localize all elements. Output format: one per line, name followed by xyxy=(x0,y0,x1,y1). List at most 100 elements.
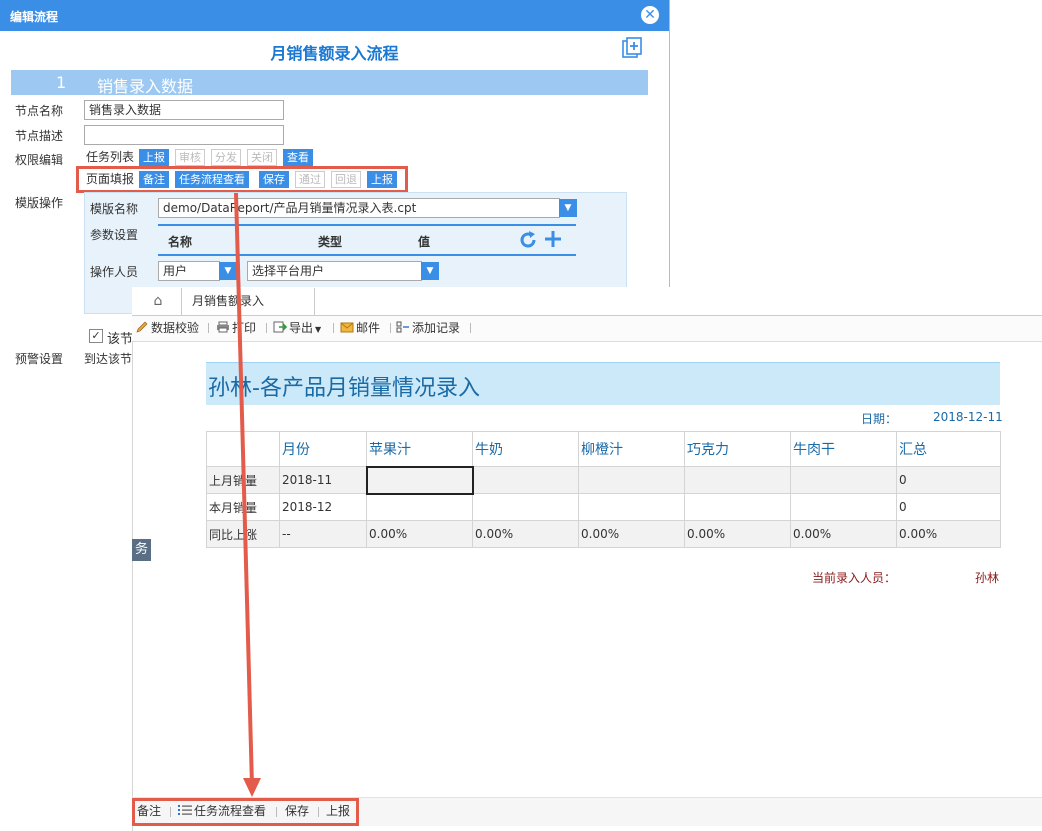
growth-cell: 0.00% xyxy=(366,520,473,548)
add-node-icon[interactable] xyxy=(622,37,642,59)
report-title: 孙林-各产品月销量情况录入 xyxy=(208,376,480,401)
input-cell[interactable] xyxy=(578,493,685,521)
node-name-label: 节点名称 xyxy=(15,104,64,118)
checkbox-label: 该节 xyxy=(107,332,134,347)
add-record-label: 添加记录 xyxy=(412,321,461,335)
template-dropdown-icon[interactable]: ▼ xyxy=(559,199,577,217)
perm-task-list-label: 任务列表 xyxy=(86,150,135,164)
export-button[interactable]: 导出 ▼ xyxy=(273,320,321,338)
param-col-name: 名称 xyxy=(168,235,193,249)
export-icon xyxy=(273,321,287,333)
month-cell: 2018-11 xyxy=(279,466,367,494)
date-value: 2018-12-11 xyxy=(933,410,1003,424)
header-cell: 牛奶 xyxy=(472,431,579,467)
input-cell[interactable] xyxy=(684,493,791,521)
current-user-value: 孙林 xyxy=(975,571,1000,585)
input-cell[interactable] xyxy=(684,466,791,494)
input-cell[interactable] xyxy=(366,493,473,521)
side-task-tag[interactable]: 务 xyxy=(132,539,151,561)
table-header-row: 月份 苹果汁 牛奶 柳橙汁 巧克力 牛肉干 汇总 xyxy=(206,431,1001,467)
header-cell: 苹果汁 xyxy=(366,431,473,467)
node-checkbox[interactable]: ✓ xyxy=(89,329,103,343)
operator-type-select[interactable]: 用户 xyxy=(158,261,220,281)
growth-cell: 0.00% xyxy=(790,520,897,548)
node-desc-input[interactable] xyxy=(84,125,284,145)
perm-review-button[interactable]: 审核 xyxy=(175,149,205,166)
mail-button[interactable]: 邮件 xyxy=(340,320,380,336)
growth-cell: 0.00% xyxy=(896,520,1001,548)
input-cell[interactable] xyxy=(790,466,897,494)
refresh-icon[interactable] xyxy=(518,230,538,250)
report-toolbar xyxy=(132,316,1042,342)
node-name-input[interactable]: 销售录入数据 xyxy=(84,100,284,120)
month-cell: 2018-12 xyxy=(279,493,367,521)
home-icon[interactable]: ⌂ xyxy=(143,289,173,313)
table-row: 同比上涨 -- 0.00% 0.00% 0.00% 0.00% 0.00% 0.… xyxy=(206,520,1001,548)
perm-report-button[interactable]: 上报 xyxy=(139,149,169,166)
operator-user-dropdown-icon[interactable]: ▼ xyxy=(421,262,439,280)
add-record-icon xyxy=(396,321,409,333)
dialog-title: 编辑流程 xyxy=(10,10,59,24)
header-cell: 汇总 xyxy=(896,431,1001,467)
printer-icon xyxy=(217,321,229,333)
row-label: 同比上涨 xyxy=(206,520,280,548)
warning-text: 到达该节 xyxy=(84,352,133,366)
export-dropdown-icon: ▼ xyxy=(315,325,322,334)
sales-entry-table: 月份 苹果汁 牛奶 柳橙汁 巧克力 牛肉干 汇总 上月销量 2018-11 0 … xyxy=(206,431,1001,548)
date-label: 日期： xyxy=(861,412,898,426)
dialog-titlebar xyxy=(0,0,669,31)
param-setting-label: 参数设置 xyxy=(90,228,139,242)
growth-cell: -- xyxy=(279,520,367,548)
row-label: 本月销量 xyxy=(206,493,280,521)
template-name-field[interactable]: demo/DataReport/产品月销量情况录入表.cpt xyxy=(158,198,560,218)
perm-view-button[interactable]: 查看 xyxy=(283,149,313,166)
param-header-line xyxy=(158,224,576,226)
highlight-box-bottom xyxy=(132,798,359,826)
input-cell[interactable] xyxy=(472,493,579,521)
operator-user-select[interactable]: 选择平台用户 xyxy=(247,261,422,281)
param-bottom-line xyxy=(158,254,576,256)
mail-label: 邮件 xyxy=(356,321,381,335)
validate-label: 数据校验 xyxy=(151,321,200,335)
operator-label: 操作人员 xyxy=(90,265,139,279)
warning-label: 预警设置 xyxy=(15,352,64,366)
input-cell[interactable] xyxy=(790,493,897,521)
header-cell: 牛肉干 xyxy=(790,431,897,467)
input-cell[interactable] xyxy=(472,466,579,494)
total-cell: 0 xyxy=(896,493,1001,521)
header-cell: 巧克力 xyxy=(684,431,791,467)
node-desc-label: 节点描述 xyxy=(15,129,64,143)
template-op-label: 模版操作 xyxy=(15,196,64,210)
header-cell xyxy=(206,431,280,467)
validate-button[interactable]: 数据校验 xyxy=(135,320,199,336)
export-label: 导出 xyxy=(289,321,314,335)
total-cell: 0 xyxy=(896,466,1001,494)
mail-icon xyxy=(340,322,354,333)
add-record-button[interactable]: 添加记录 xyxy=(396,320,460,336)
node-title: 销售录入数据 xyxy=(97,77,194,96)
table-row: 本月销量 2018-12 0 xyxy=(206,493,1001,521)
param-col-value: 值 xyxy=(418,235,431,249)
param-col-type: 类型 xyxy=(318,235,343,249)
header-cell: 月份 xyxy=(279,431,367,467)
print-label: 打印 xyxy=(232,321,257,335)
input-cell[interactable] xyxy=(578,466,685,494)
add-param-icon[interactable] xyxy=(543,229,563,249)
growth-cell: 0.00% xyxy=(684,520,791,548)
perm-close-button[interactable]: 关闭 xyxy=(247,149,277,166)
tab-monthly-sales[interactable]: 月销售额录入 xyxy=(181,288,315,315)
table-row: 上月销量 2018-11 0 xyxy=(206,465,1001,495)
print-button[interactable]: 打印 xyxy=(216,320,256,336)
row-label: 上月销量 xyxy=(206,466,280,494)
node-number: 1 xyxy=(56,73,67,92)
close-icon[interactable]: ✕ xyxy=(641,6,659,24)
operator-type-dropdown-icon[interactable]: ▼ xyxy=(219,262,237,280)
growth-cell: 0.00% xyxy=(472,520,579,548)
growth-cell: 0.00% xyxy=(578,520,685,548)
template-name-label: 模版名称 xyxy=(90,202,139,216)
permission-label: 权限编辑 xyxy=(15,153,64,167)
perm-distribute-button[interactable]: 分发 xyxy=(211,149,241,166)
header-cell: 柳橙汁 xyxy=(578,431,685,467)
input-cell-selected[interactable] xyxy=(365,465,474,495)
current-user-label: 当前录入人员： xyxy=(812,571,897,585)
